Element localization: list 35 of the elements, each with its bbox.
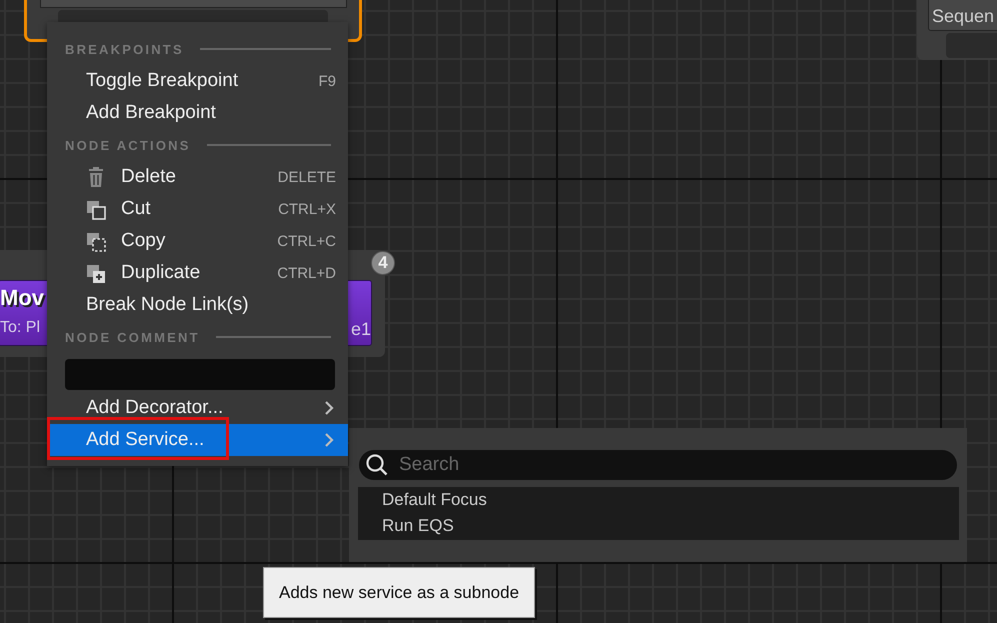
shortcut-label: CTRL+C <box>277 232 336 250</box>
menu-item[interactable]: Add Decorator... <box>47 392 348 424</box>
menu-item[interactable]: Add Breakpoint <box>47 97 348 129</box>
search-field[interactable]: Search <box>359 450 957 480</box>
node-title: Sequen <box>932 6 994 27</box>
shortcut-label: CTRL+X <box>278 200 336 218</box>
chevron-icon <box>324 401 334 415</box>
list-item[interactable]: Run EQS <box>382 513 959 539</box>
menu-item[interactable]: Duplicate CTRL+D <box>47 257 348 289</box>
tooltip: Adds new service as a subnode <box>263 567 536 618</box>
node-title: Mov <box>0 285 44 311</box>
menu-item[interactable]: Delete DELETE <box>47 161 348 193</box>
search-icon <box>364 452 390 478</box>
shortcut-label: DELETE <box>278 168 336 186</box>
menu-item[interactable]: Toggle Breakpoint F9 <box>47 65 348 97</box>
shortcut-label: CTRL+D <box>277 264 336 282</box>
menu-item[interactable]: Break Node Link(s) <box>47 289 348 321</box>
node-subtitle: e1 <box>351 319 372 340</box>
section-header: BREAKPOINTS <box>65 42 184 56</box>
shortcut-label: F9 <box>318 72 336 90</box>
graph-node[interactable]: Sequen <box>917 0 997 60</box>
menu-item[interactable]: Add Service... <box>47 424 348 456</box>
copy-icon <box>86 230 106 252</box>
chevron-icon <box>324 433 334 447</box>
order-badge: 4 <box>371 251 395 275</box>
comment-field[interactable] <box>65 359 335 390</box>
duplicate-icon <box>86 262 106 284</box>
section-header: NODE COMMENT <box>65 330 200 344</box>
cut-icon <box>86 198 106 220</box>
node-subtitle: To: Pl <box>0 319 40 337</box>
menu-item[interactable]: Copy CTRL+C <box>47 225 348 257</box>
trash-icon <box>86 166 106 188</box>
list-item[interactable]: Default Focus <box>382 487 959 513</box>
section-header: NODE ACTIONS <box>65 138 191 152</box>
menu-item[interactable]: Cut CTRL+X <box>47 193 348 225</box>
